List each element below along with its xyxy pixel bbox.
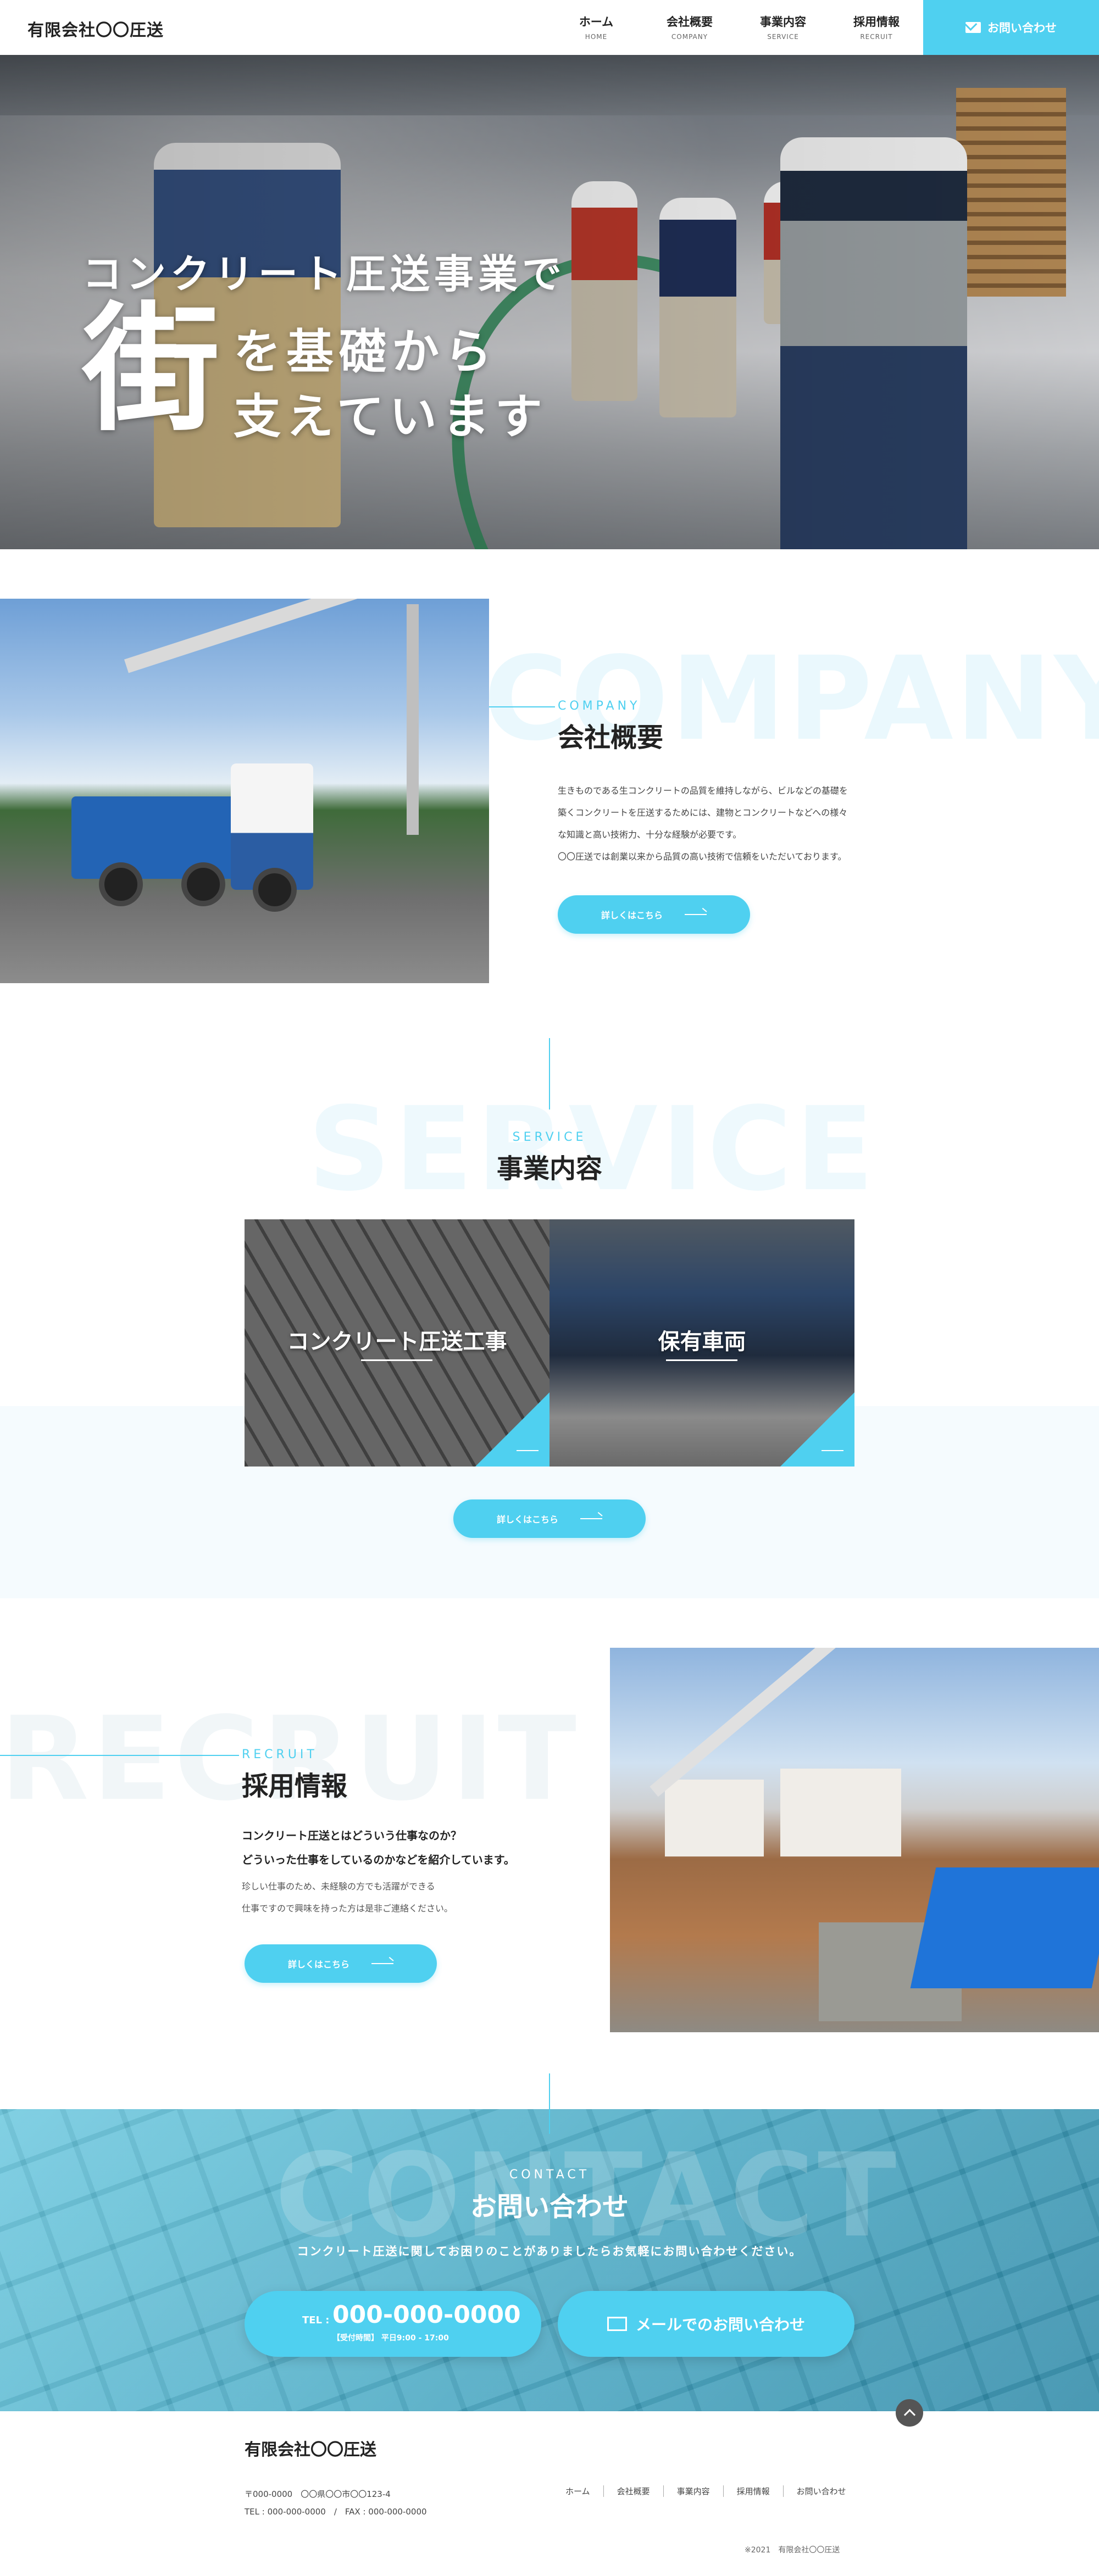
nav-item-home[interactable]: ホーム HOME bbox=[550, 13, 643, 41]
recruit-lead-line: コンクリート圧送とはどういう仕事なのか？ bbox=[242, 1829, 462, 1842]
tel-number: 000-000-0000 bbox=[332, 2301, 521, 2329]
recruit-lead: コンクリート圧送とはどういう仕事なのか？ どういった仕事をしているのかなどを紹介… bbox=[242, 1824, 515, 1872]
company-text-line: 生きものである生コンクリートの品質を維持しながら、ビルなどの基礎を bbox=[558, 785, 848, 796]
page-top-button[interactable] bbox=[896, 2399, 923, 2427]
footer-nav: ホーム 会社概要 事業内容 採用情報 お問い合わせ bbox=[552, 2485, 859, 2497]
nav-label: ホーム bbox=[579, 15, 614, 29]
company-heading-rule bbox=[489, 706, 555, 707]
company-text-line: 〇〇圧送では創業以来から品質の高い技術で信頼をいただいております。 bbox=[558, 851, 847, 862]
contact-heading: お問い合わせ bbox=[470, 2192, 629, 2222]
nav-label: 会社概要 bbox=[667, 15, 713, 29]
hero-catch-big-char: 街 bbox=[82, 289, 220, 449]
company-photo bbox=[0, 599, 489, 983]
service-heading: 事業内容 bbox=[496, 1153, 602, 1184]
arrow-right-icon bbox=[517, 1450, 539, 1451]
card-title: 保有車両 bbox=[658, 1329, 746, 1354]
nav-sublabel: SERVICE bbox=[767, 33, 799, 41]
global-nav: ホーム HOME 会社概要 COMPANY 事業内容 SERVICE 採用情報 … bbox=[550, 13, 923, 41]
card-corner bbox=[780, 1392, 854, 1467]
footer-logo[interactable]: 有限会社〇〇圧送 bbox=[245, 2436, 376, 2460]
nav-sublabel: COMPANY bbox=[671, 33, 708, 41]
recruit-description: 珍しい仕事のため、未経験の方でも活躍ができる 仕事ですので興味を持った方は是非ご… bbox=[242, 1876, 453, 1920]
company-description: 生きものである生コンクリートの品質を維持しながら、ビルなどの基礎を 築くコンクリ… bbox=[558, 780, 865, 868]
hero-image: コンクリート圧送事業で 街 を基礎から 支えています bbox=[0, 55, 1099, 549]
recruit-text-line: 珍しい仕事のため、未経験の方でも活躍ができる bbox=[242, 1881, 435, 1892]
recruit-heading-rule bbox=[0, 1755, 239, 1756]
company-text-line: 築くコンクリートを圧送するためには、建物とコンクリートなどへの様々 bbox=[558, 807, 848, 818]
hero-catch-line3: 支えています bbox=[234, 389, 548, 444]
hero-catch-line2: を基礎から bbox=[234, 325, 497, 380]
address-line: 〒000-0000 〇〇県〇〇市〇〇123-4 bbox=[245, 2489, 391, 2499]
contact-heading-en: CONTACT bbox=[509, 2168, 590, 2182]
mail-contact-button[interactable]: メールでのお問い合わせ bbox=[558, 2291, 854, 2357]
footer-link-home[interactable]: ホーム bbox=[552, 2485, 603, 2497]
nav-sublabel: HOME bbox=[585, 33, 608, 41]
mail-icon bbox=[965, 22, 981, 33]
company-text-line: な知識と高い技術力、十分な経験が必要です。 bbox=[558, 829, 742, 840]
card-title: コンクリート圧送工事 bbox=[287, 1329, 507, 1354]
tel-button[interactable]: TEL : 000-000-0000 【受付時間】 平日9:00 - 17:00 bbox=[245, 2291, 541, 2357]
mail-icon bbox=[607, 2317, 627, 2331]
truck-wheel bbox=[99, 862, 143, 906]
header-contact-label: お問い合わせ bbox=[987, 21, 1057, 35]
contact-vertical-rule bbox=[549, 2073, 550, 2134]
site-logo[interactable]: 有限会社〇〇圧送 bbox=[27, 16, 164, 41]
footer-address: 〒000-0000 〇〇県〇〇市〇〇123-4 TEL : 000-000-00… bbox=[245, 2485, 427, 2521]
card-underline bbox=[361, 1359, 432, 1361]
footer-link-service[interactable]: 事業内容 bbox=[663, 2485, 723, 2497]
telfax-line: TEL : 000-000-0000 / FAX : 000-000-0000 bbox=[245, 2507, 427, 2517]
site-header: 有限会社〇〇圧送 ホーム HOME 会社概要 COMPANY 事業内容 SERV… bbox=[0, 0, 1099, 55]
tel-hours: 【受付時間】 平日9:00 - 17:00 bbox=[332, 2334, 449, 2343]
service-card-pumping[interactable]: コンクリート圧送工事 bbox=[245, 1219, 550, 1467]
footer-link-company[interactable]: 会社概要 bbox=[603, 2485, 663, 2497]
photo-house bbox=[665, 1780, 764, 1856]
copyright: ※2021 有限会社〇〇圧送 bbox=[745, 2546, 840, 2555]
nav-label: 事業内容 bbox=[760, 15, 806, 29]
contact-lead: コンクリート圧送に関してお困りのことがありましたらお気軽にお問い合わせください。 bbox=[297, 2245, 802, 2258]
company-more-button[interactable]: 詳しくはこちら bbox=[558, 895, 750, 934]
recruit-heading: 採用情報 bbox=[242, 1771, 348, 1802]
nav-item-service[interactable]: 事業内容 SERVICE bbox=[736, 13, 830, 41]
header-contact-button[interactable]: お問い合わせ bbox=[923, 0, 1099, 55]
company-heading: 会社概要 bbox=[558, 722, 664, 753]
arrow-right-icon bbox=[822, 1450, 843, 1451]
tel-prefix: TEL : bbox=[302, 2315, 330, 2326]
nav-label: 採用情報 bbox=[853, 15, 900, 29]
arrow-right-icon bbox=[580, 1518, 602, 1519]
truck-wheel bbox=[181, 862, 225, 906]
button-label: 詳しくはこちら bbox=[601, 910, 663, 921]
button-label: 詳しくはこちら bbox=[496, 1514, 558, 1525]
card-underline bbox=[666, 1359, 737, 1361]
recruit-heading-en: RECRUIT bbox=[242, 1748, 318, 1761]
company-heading-en: COMPANY bbox=[558, 699, 641, 713]
recruit-text-line: 仕事ですので興味を持った方は是非ご連絡ください。 bbox=[242, 1903, 453, 1914]
footer-link-contact[interactable]: お問い合わせ bbox=[782, 2485, 859, 2497]
footer-link-recruit[interactable]: 採用情報 bbox=[723, 2485, 783, 2497]
recruit-photo bbox=[610, 1648, 1099, 2032]
nav-item-recruit[interactable]: 採用情報 RECRUIT bbox=[830, 13, 923, 41]
truck-wheel bbox=[253, 868, 297, 912]
truck-boom bbox=[124, 599, 453, 673]
photo-blue-tarp bbox=[910, 1867, 1099, 1988]
arrow-right-icon bbox=[685, 914, 707, 915]
nav-item-company[interactable]: 会社概要 COMPANY bbox=[643, 13, 736, 41]
button-label: 詳しくはこちら bbox=[287, 1959, 349, 1970]
arrow-right-icon bbox=[371, 1963, 393, 1964]
recruit-lead-line: どういった仕事をしているのかなどを紹介しています。 bbox=[242, 1853, 515, 1866]
truck-boom bbox=[407, 604, 419, 835]
mail-contact-label: メールでのお問い合わせ bbox=[635, 2316, 805, 2334]
photo-house bbox=[780, 1769, 901, 1856]
service-more-button[interactable]: 詳しくはこちら bbox=[453, 1499, 646, 1538]
service-card-vehicles[interactable]: 保有車両 bbox=[550, 1219, 854, 1467]
card-corner bbox=[475, 1392, 550, 1467]
service-heading-en: SERVICE bbox=[512, 1130, 587, 1144]
nav-sublabel: RECRUIT bbox=[860, 33, 893, 41]
recruit-more-button[interactable]: 詳しくはこちら bbox=[245, 1944, 437, 1983]
